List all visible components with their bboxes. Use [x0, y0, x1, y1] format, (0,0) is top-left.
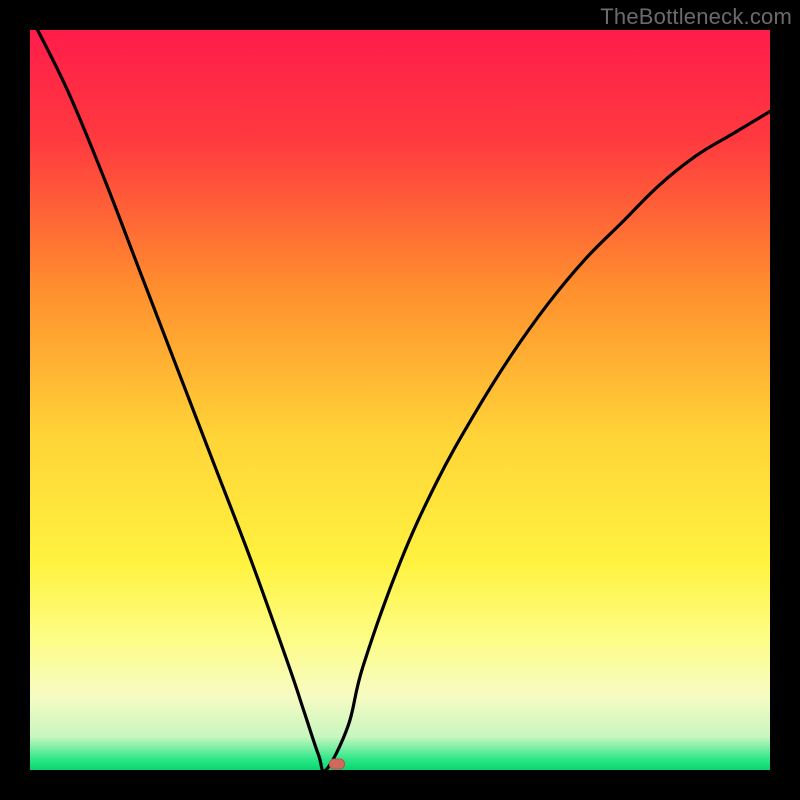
bottleneck-curve [30, 30, 770, 770]
watermark-text: TheBottleneck.com [600, 4, 792, 30]
chart-frame: TheBottleneck.com [0, 0, 800, 800]
optimum-marker [329, 759, 345, 770]
plot-area [30, 30, 770, 770]
